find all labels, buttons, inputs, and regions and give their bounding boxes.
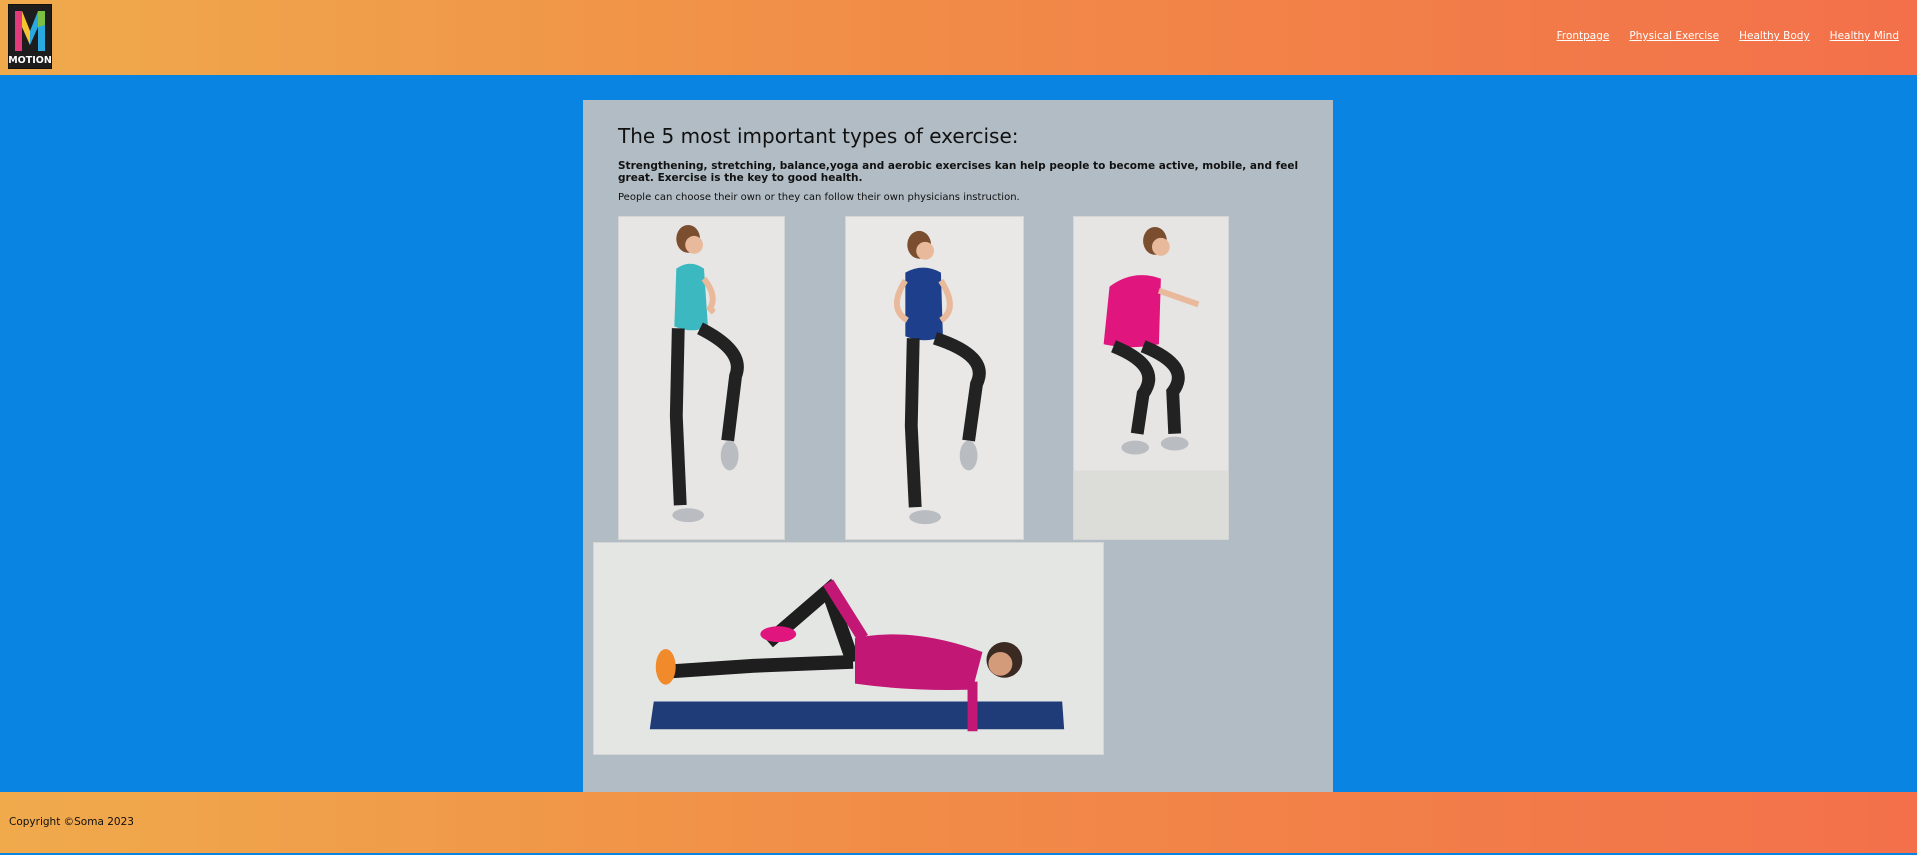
nav-link-healthy-mind[interactable]: Healthy Mind <box>1830 30 1899 42</box>
nav-link-physical-exercise[interactable]: Physical Exercise <box>1629 30 1719 42</box>
main-nav: Frontpage Physical Exercise Healthy Body… <box>1557 30 1899 42</box>
exercise-photo-lying-stretch <box>593 542 1104 755</box>
note-paragraph: People can choose their own or they can … <box>618 192 1020 203</box>
exercise-photo-squat <box>1073 216 1229 540</box>
site-footer: Copyright ©Soma 2023 <box>0 792 1917 853</box>
nav-link-healthy-body[interactable]: Healthy Body <box>1739 30 1810 42</box>
nav-link-frontpage[interactable]: Frontpage <box>1557 30 1610 42</box>
lead-paragraph: Strengthening, stretching, balance,yoga … <box>618 160 1299 184</box>
exercise-photo-high-knee-teal <box>618 216 785 540</box>
exercise-photo-high-knee-navy <box>845 216 1024 540</box>
content-panel: The 5 most important types of exercise: … <box>583 100 1333 792</box>
page-title: The 5 most important types of exercise: <box>618 124 1019 148</box>
motion-logo[interactable]: MOTION <box>8 4 52 69</box>
copyright-text: Copyright ©Soma 2023 <box>9 816 134 828</box>
site-header: MOTION Frontpage Physical Exercise Healt… <box>0 0 1917 75</box>
logo-text: MOTION <box>9 55 51 66</box>
